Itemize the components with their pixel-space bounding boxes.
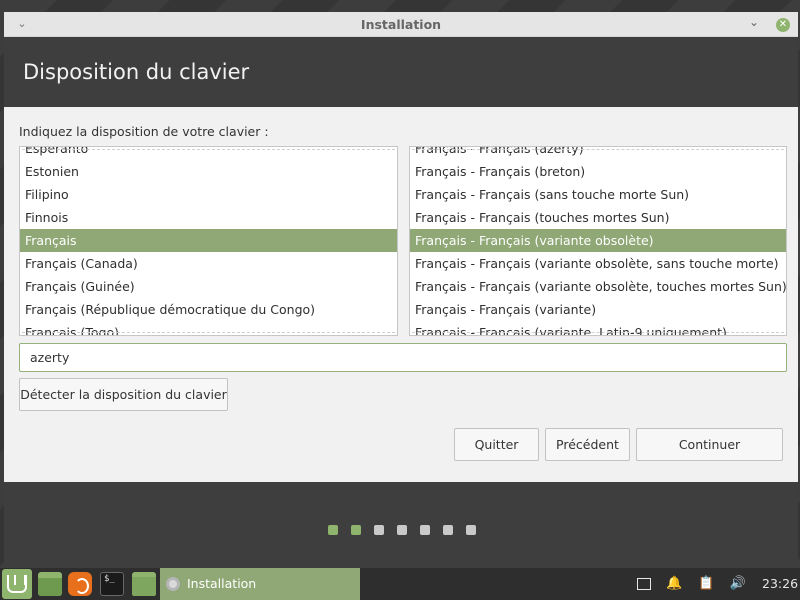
variant-list-item[interactable]: Français - Français (sans touche morte S… [410,183,786,206]
minimize-icon[interactable]: ⌄ [746,15,762,31]
progress-step-dot [328,525,338,535]
progress-step-dot [420,525,430,535]
installer-window: ⌄ Installation ⌄ ✕ Disposition du clavie… [4,12,798,567]
installer-disc-icon [166,577,180,591]
scroll-edge-bottom [22,332,395,333]
variant-list-item[interactable]: Français - Français (touches mortes Sun) [410,206,786,229]
folder-icon[interactable] [132,572,156,596]
scroll-edge-top [412,149,784,150]
progress-step-dot [466,525,476,535]
window-title: Installation [360,17,442,32]
layout-list-item[interactable]: Finnois [20,206,397,229]
clipboard-icon[interactable]: 📋 [698,576,714,592]
layout-list-item[interactable]: Français (République démocratique du Con… [20,298,397,321]
variant-list[interactable]: Français - Français (azerty) Français - F… [409,146,787,336]
variant-list-item[interactable]: Français - Français (breton) [410,160,786,183]
progress-step-dot [397,525,407,535]
layout-list-item[interactable]: Français (Guinée) [20,275,397,298]
close-icon[interactable]: ✕ [776,18,790,32]
layout-list-item[interactable]: Filipino [20,183,397,206]
scroll-edge-top [22,149,395,150]
taskbar-item-installation[interactable]: Installation [160,568,360,600]
mint-menu-icon[interactable] [2,569,32,599]
variant-list-item[interactable]: Français - Français (variante obsolète, … [410,275,786,298]
page-header: Disposition du clavier [4,37,798,107]
progress-step-dot [374,525,384,535]
clock[interactable]: 23:26 [762,576,798,591]
page-title: Disposition du clavier [23,60,250,84]
show-desktop-icon[interactable] [38,572,62,596]
layout-list-item[interactable]: Estonien [20,160,397,183]
layout-list-item[interactable]: Français [20,229,397,252]
terminal-icon[interactable]: $_ [100,572,124,596]
variant-list-item[interactable]: Français - Français (variante obsolète, … [410,252,786,275]
layout-list[interactable]: Espéranto Estonien Filipino Finnois Français… [19,146,398,336]
variant-list-item[interactable]: Français - Français (variante, Latin-9 u… [410,321,786,335]
taskbar-item-label: Installation [187,576,257,591]
progress-step-dot [443,525,453,535]
continue-button[interactable]: Continuer [636,428,783,461]
window-titlebar[interactable]: ⌄ Installation ⌄ ✕ [4,12,798,37]
installer-footer [4,482,798,567]
layout-list-item[interactable]: Français (Canada) [20,252,397,275]
variant-list-item[interactable]: Français - Français (variante obsolète) [410,229,786,252]
layout-prompt-label: Indiquez la disposition de votre clavier… [19,124,269,139]
network-icon[interactable] [636,576,652,592]
layout-list-item[interactable]: Français (Togo) [20,321,397,335]
firefox-icon[interactable] [68,572,92,596]
previous-button[interactable]: Précédent [545,428,630,461]
variant-list-item[interactable]: Français - Français (variante) [410,298,786,321]
scroll-edge-bottom [412,332,784,333]
taskbar: $_ Installation 🔔 📋 🔊 23:26 [0,567,800,600]
keyboard-test-input[interactable]: azerty [19,343,787,372]
quit-button[interactable]: Quitter [454,428,539,461]
volume-icon[interactable]: 🔊 [729,576,747,592]
notifications-icon[interactable]: 🔔 [666,576,682,592]
progress-step-dot [351,525,361,535]
detect-layout-button[interactable]: Détecter la disposition du clavier [19,378,228,411]
